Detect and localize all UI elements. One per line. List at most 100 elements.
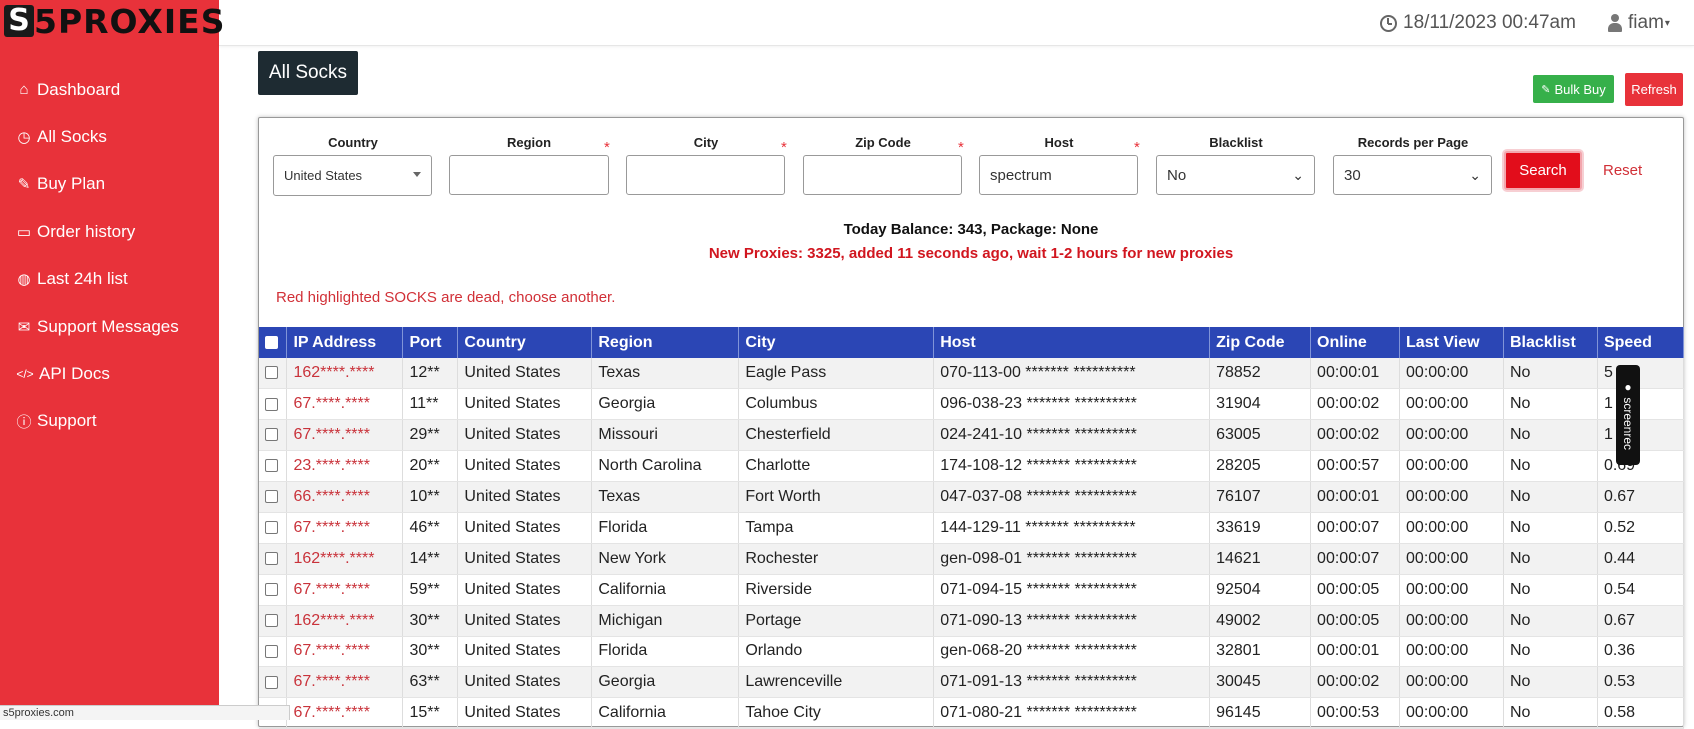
refresh-button[interactable]: Refresh [1625, 73, 1683, 106]
country-cell: United States [457, 358, 593, 390]
col-speed[interactable]: Speed [1597, 327, 1685, 358]
zip-code-input[interactable] [803, 155, 962, 195]
bulk-buy-label: Bulk Buy [1554, 81, 1606, 97]
table-row[interactable]: 67.****.**** 15** United States California T… [259, 697, 1685, 729]
online-cell: 00:00:07 [1310, 512, 1401, 544]
col-host[interactable]: Host [933, 327, 1211, 358]
row-checkbox[interactable] [265, 613, 278, 627]
port-cell: 30** [402, 636, 459, 668]
row-checkbox[interactable] [265, 459, 278, 473]
reset-link[interactable]: Reset [1603, 162, 1642, 179]
ip-cell[interactable]: 67.****.**** [286, 697, 404, 729]
ip-cell[interactable]: 67.****.**** [286, 574, 404, 606]
country-cell: United States [457, 605, 593, 637]
sidebar-item-all-socks[interactable]: ◷ All Socks [0, 113, 219, 160]
sidebar-item-support-messages[interactable]: ✉ Support Messages [0, 303, 219, 350]
sidebar-item-support[interactable]: ⓘ Support [0, 398, 219, 445]
sidebar-item-dashboard[interactable]: ⌂ Dashboard [0, 66, 219, 113]
row-checkbox[interactable] [265, 366, 278, 380]
caret-down-icon [413, 172, 421, 177]
ip-cell[interactable]: 67.****.**** [286, 419, 404, 452]
ip-cell[interactable]: 67.****.**** [286, 666, 404, 699]
ip-cell[interactable]: 162****.**** [286, 605, 404, 637]
row-checkbox-cell[interactable] [259, 419, 288, 452]
row-checkbox[interactable] [265, 552, 278, 566]
table-row[interactable]: 67.****.**** 29** United States Missouri Che… [259, 419, 1685, 452]
table-row[interactable]: 67.****.**** 30** United States Florida Orla… [259, 636, 1685, 668]
country-select[interactable]: United States [273, 155, 432, 196]
region-cell: California [591, 697, 740, 729]
sidebar-item-order-history[interactable]: ▭ Order history [0, 208, 219, 255]
search-button[interactable]: Search [1504, 151, 1582, 190]
speed-cell: 0.53 [1597, 666, 1685, 699]
bulk-buy-button[interactable]: ✎ Bulk Buy [1533, 75, 1614, 103]
row-checkbox-cell[interactable] [259, 666, 288, 699]
sidebar-item-api-docs[interactable]: </> API Docs [0, 350, 219, 397]
row-checkbox[interactable] [265, 397, 278, 411]
col-online[interactable]: Online [1310, 327, 1401, 358]
row-checkbox-cell[interactable] [259, 574, 288, 606]
row-checkbox-cell[interactable] [259, 450, 288, 483]
col-ip-address[interactable]: IP Address [286, 327, 404, 358]
row-checkbox[interactable] [265, 521, 278, 535]
row-checkbox[interactable] [265, 428, 278, 442]
country-cell: United States [457, 450, 593, 483]
region-input[interactable] [449, 155, 609, 195]
ip-cell[interactable]: 67.****.**** [286, 388, 404, 421]
sidebar-item-buy-plan[interactable]: ✎ Buy Plan [0, 161, 219, 208]
ip-cell[interactable]: 66.****.**** [286, 481, 404, 513]
table-row[interactable]: 67.****.**** 63** United States Georgia Lawr… [259, 666, 1685, 699]
table-row[interactable]: 23.****.**** 20** United States North Carol… [259, 450, 1685, 483]
sidebar-item-last-24h[interactable]: ◍ Last 24h list [0, 256, 219, 303]
col-zip-code[interactable]: Zip Code [1209, 327, 1312, 358]
row-checkbox-cell[interactable] [259, 481, 288, 513]
table-row[interactable]: 67.****.**** 46** United States Florida Tamp… [259, 512, 1685, 544]
table-row[interactable]: 162****.**** 12** United States Texas Eagle … [259, 358, 1685, 390]
col-country[interactable]: Country [457, 327, 593, 358]
logo[interactable]: S 5PROXIES [4, 2, 225, 41]
table-row[interactable]: 66.****.**** 10** United States Texas Fort W… [259, 481, 1685, 513]
city-input[interactable] [626, 155, 785, 195]
select-all-checkbox-cell[interactable] [259, 327, 288, 358]
ip-cell[interactable]: 23.****.**** [286, 450, 404, 483]
table-row[interactable]: 162****.**** 14** United States New York Roc… [259, 543, 1685, 575]
col-region[interactable]: Region [591, 327, 740, 358]
blacklist-cell: No [1503, 512, 1598, 544]
host-cell: 071-080-21 ******* ********** [933, 697, 1211, 729]
ip-cell[interactable]: 162****.**** [286, 543, 404, 575]
row-checkbox[interactable] [265, 675, 278, 689]
row-checkbox-cell[interactable] [259, 636, 288, 668]
row-checkbox-cell[interactable] [259, 358, 288, 390]
row-checkbox[interactable] [265, 644, 278, 658]
table-row[interactable]: 67.****.**** 59** United States California R… [259, 574, 1685, 606]
col-port[interactable]: Port [402, 327, 459, 358]
user-menu[interactable]: fiam ▾ [1608, 12, 1670, 34]
row-checkbox-cell[interactable] [259, 512, 288, 544]
country-cell: United States [457, 419, 593, 452]
table-row[interactable]: 67.****.**** 11** United States Georgia Colu… [259, 388, 1685, 421]
online-cell: 00:00:02 [1310, 666, 1401, 699]
speed-cell: 0.69 [1597, 450, 1685, 483]
chevron-down-icon: ⌄ [1469, 166, 1481, 183]
last-view-cell: 00:00:00 [1399, 388, 1504, 421]
ip-cell[interactable]: 67.****.**** [286, 512, 404, 544]
blacklist-select[interactable]: No ⌄ [1156, 155, 1315, 195]
row-checkbox[interactable] [265, 490, 278, 504]
host-cell: 070-113-00 ******* ********** [933, 358, 1211, 390]
col-city[interactable]: City [738, 327, 935, 358]
row-checkbox-cell[interactable] [259, 543, 288, 575]
row-checkbox[interactable] [265, 582, 278, 596]
row-checkbox-cell[interactable] [259, 605, 288, 637]
col-blacklist[interactable]: Blacklist [1503, 327, 1598, 358]
select-all-checkbox[interactable] [265, 335, 278, 349]
row-checkbox-cell[interactable] [259, 388, 288, 421]
table-row[interactable]: 162****.**** 30** United States Michigan Por… [259, 605, 1685, 637]
records-per-page-select[interactable]: 30 ⌄ [1333, 155, 1492, 195]
ip-cell[interactable]: 67.****.**** [286, 636, 404, 668]
speed-cell: 1 [1597, 419, 1685, 452]
host-input[interactable]: spectrum [979, 155, 1138, 195]
online-cell: 00:00:07 [1310, 543, 1401, 575]
zip-cell: 32801 [1209, 636, 1312, 668]
col-last-view[interactable]: Last View [1399, 327, 1504, 358]
ip-cell[interactable]: 162****.**** [286, 358, 404, 390]
